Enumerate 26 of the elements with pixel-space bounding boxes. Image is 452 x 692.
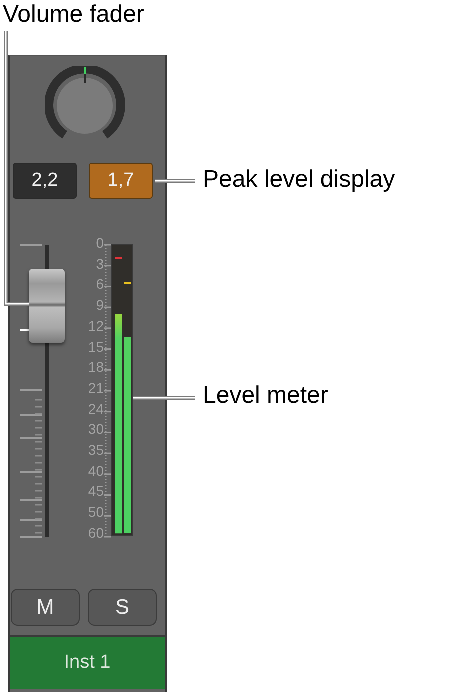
- scale-label: 3: [96, 256, 104, 271]
- scale-label: 35: [88, 443, 104, 458]
- scale-label: 6: [96, 277, 104, 292]
- channel-name[interactable]: Inst 1: [10, 635, 165, 689]
- toggle-button[interactable]: M: [11, 589, 80, 626]
- scale-label: 12: [88, 318, 104, 333]
- level-display[interactable]: 1,7: [89, 163, 153, 199]
- scale-label: 21: [88, 380, 104, 395]
- scale-label: 0: [96, 236, 104, 250]
- scale-label: 45: [88, 484, 104, 498]
- fader-thumb[interactable]: [29, 269, 65, 344]
- scale-label: 60: [88, 526, 104, 540]
- toggle-button[interactable]: S: [88, 589, 157, 626]
- scale-label: 24: [88, 402, 104, 416]
- scale-label: 9: [96, 298, 104, 312]
- callout-label: Volume fader: [3, 0, 144, 30]
- callout-label: Level meter: [203, 381, 328, 411]
- scale-label: 18: [88, 360, 104, 374]
- level-display[interactable]: 2,2: [13, 163, 77, 199]
- scale-label: 15: [88, 340, 104, 354]
- scale-label: 40: [88, 464, 104, 478]
- scale-label: 30: [88, 422, 104, 436]
- leader-line: [155, 179, 195, 183]
- callout-label: Peak level display: [203, 165, 396, 195]
- scale-label: 50: [88, 505, 104, 520]
- leader-line: [133, 396, 195, 400]
